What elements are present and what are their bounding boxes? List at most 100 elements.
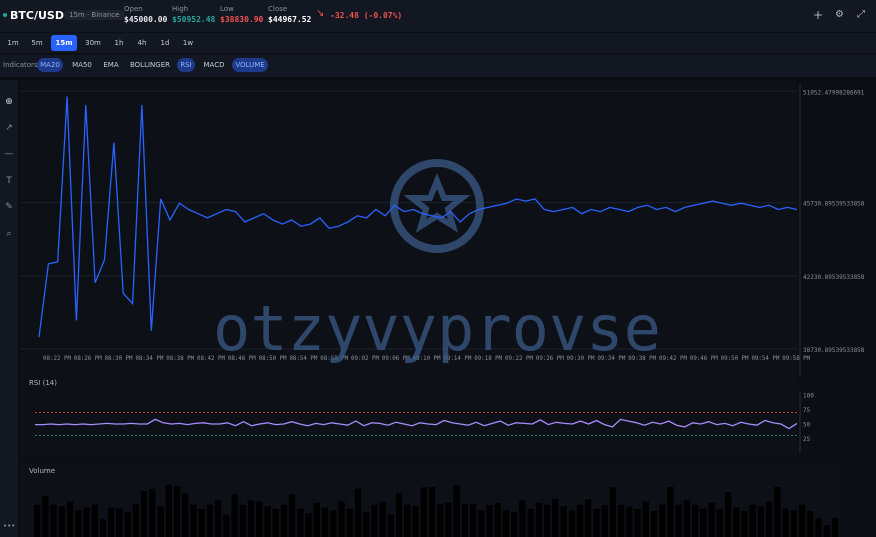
indicator-rsi[interactable]: RSI [177,58,195,72]
horizontal-line-icon[interactable]: — [3,148,15,160]
volume-bar [724,492,732,537]
zoom-icon[interactable]: ⌕ [3,228,15,240]
volume-bar [346,508,353,537]
volume-bar [823,525,830,537]
brush-icon[interactable]: ✎ [3,201,15,213]
price-series-line [38,96,798,338]
volume-bar [116,508,123,537]
volume-bar [502,510,510,537]
volume-bar [99,519,107,537]
volume-bar [634,508,641,537]
interval-1m[interactable]: 1m [3,35,23,51]
indicator-bollinger[interactable]: BOLLINGER [128,58,172,72]
volume-bar [157,506,164,537]
volume-bar [206,504,214,537]
price-x-tick: 09:54 PM [751,356,779,362]
more-icon[interactable]: ••• [3,520,15,532]
volume-bar [782,508,789,537]
high-label: High [172,5,189,13]
chart-area[interactable]: 51052.47998286691 45730.89539533858 42230.… [0,0,876,537]
volume-bar [568,510,575,537]
interval-5m[interactable]: 5m [27,35,47,51]
volume-bar [543,504,551,537]
volume-bar [650,511,658,537]
price-x-tick: 08:26 PM [74,356,102,362]
interval-30m[interactable]: 30m [81,35,105,51]
volume-bar [626,506,633,537]
indicator-ema[interactable]: EMA [100,58,122,72]
low-value: $38830.90 [220,15,264,24]
volume-bar [395,492,403,537]
volume-bar [363,512,370,537]
interval-15m[interactable]: 15m [51,35,77,51]
price-x-tick: 09:26 PM [536,356,564,362]
interval-1d[interactable]: 1d [156,35,174,51]
watermark-logo [390,159,484,253]
volume-bar [66,501,74,537]
volume-bar [239,504,246,537]
settings-gear-icon[interactable]: ⚙ [835,9,844,20]
price-x-tick: 08:22 PM [43,356,71,362]
price-x-tick: 09:06 PM [382,356,410,362]
volume-bar [173,486,181,537]
volume-bar [609,487,617,537]
volume-bar [798,504,806,537]
volume-bar [790,510,798,537]
interval-4h[interactable]: 4h [133,35,151,51]
price-y-tick: 51052.47998286691 [803,89,865,96]
volume-bar [585,499,592,537]
volume-bar [149,488,156,537]
price-x-tick: 08:54 PM [289,356,317,362]
text-tool-icon[interactable]: T [3,175,15,187]
volume-bar [132,504,140,537]
volume-bar [165,485,172,537]
volume-bar [313,502,320,537]
price-x-tick: 09:18 PM [474,356,502,362]
price-x-tick: 08:38 PM [166,356,194,362]
rsi-panel-bg [20,374,797,456]
symbol-title[interactable]: BTC/USD [10,9,64,22]
volume-bar [330,510,337,537]
high-value: $50952.48 [172,15,216,24]
volume-bar [280,504,288,537]
volume-bar [58,506,66,537]
interval-1h[interactable]: 1h [110,35,128,51]
volume-bar [659,504,666,537]
price-x-tick: 08:46 PM [228,356,256,362]
volume-bar [494,502,501,537]
price-y-tick: 42230.89539533858 [803,274,865,281]
indicator-ma20[interactable]: MA20 [37,58,63,72]
volume-bar [420,487,427,537]
indicator-bar: Indicators: MA20 MA50 EMA BOLLINGER RSI … [0,55,876,77]
volume-bar [231,494,238,537]
interval-1w[interactable]: 1w [179,35,197,51]
volume-bar [683,500,691,537]
volume-bar [387,514,395,537]
volume-bar [766,501,773,537]
add-icon[interactable]: + [813,8,823,22]
close-label: Close [268,5,288,13]
rsi-y-tick: 50 [803,422,811,429]
volume-bar [831,518,839,537]
low-label: Low [220,5,234,13]
price-panel-bg [20,80,797,376]
trendline-icon[interactable]: ↗ [3,122,15,134]
open-value: $45000.00 [124,15,168,24]
volume-bar [91,504,98,537]
volume-bar [108,507,115,537]
indicator-macd[interactable]: MACD [200,58,228,72]
price-x-tick: 08:42 PM [197,356,225,362]
volume-bar [601,505,608,537]
volume-bar [815,518,822,537]
volume-bar [354,488,362,537]
indicator-volume[interactable]: VOLUME [232,58,268,72]
volume-bar [214,500,222,537]
price-x-tick: 09:02 PM [351,356,379,362]
indicator-ma50[interactable]: MA50 [68,58,96,72]
volume-bar [124,512,131,537]
volume-panel-bg [20,462,840,537]
crosshair-icon[interactable]: ⊕ [3,96,15,108]
fullscreen-icon[interactable]: ⤢ [857,9,865,20]
top-header: BTC/USD 15m · Binance Open $45000.00 Hig… [0,0,876,32]
volume-bar [50,504,57,537]
